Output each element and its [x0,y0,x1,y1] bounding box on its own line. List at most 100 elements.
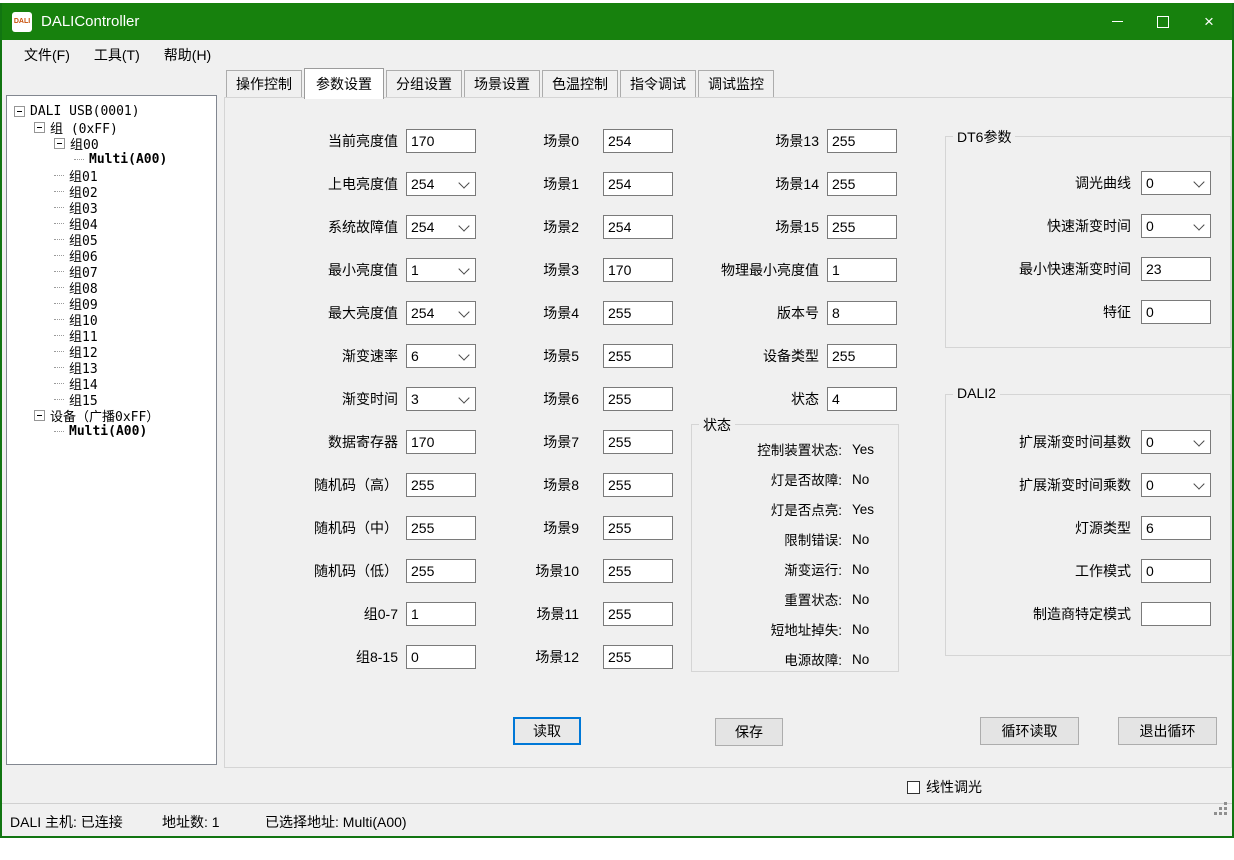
scene-10-input[interactable] [603,559,673,583]
system-failure-level-select[interactable]: 254 [406,215,476,239]
param-column-3: 场景13 场景14 场景15 物理最小亮度值 版本号 设备类型 状态 [693,128,897,429]
tree-item-group09[interactable]: 组09 [7,295,216,311]
minimize-button[interactable] [1094,3,1140,40]
close-button[interactable]: × [1186,3,1232,40]
scene-15-input[interactable] [827,215,897,239]
group-8-15-input[interactable] [406,645,476,669]
tree-item-group14[interactable]: 组14 [7,375,216,391]
exit-loop-button[interactable]: 退出循环 [1118,717,1217,745]
version-number-input[interactable] [827,301,897,325]
scene-9-input[interactable] [603,516,673,540]
group-0-7-input[interactable] [406,602,476,626]
select-value: 0 [1142,218,1195,234]
fade-time-select[interactable]: 3 [406,387,476,411]
scene-7-input[interactable] [603,430,673,454]
status-value-input[interactable] [827,387,897,411]
tab-grouping-settings[interactable]: 分组设置 [386,70,462,98]
tree-item-group08[interactable]: 组08 [7,279,216,295]
tree-item-group05[interactable]: 组05 [7,231,216,247]
scene-13-input[interactable] [827,129,897,153]
max-level-select[interactable]: 254 [406,301,476,325]
tab-scene-settings[interactable]: 场景设置 [464,70,540,98]
collapse-icon[interactable] [14,106,25,117]
fast-fade-time-select[interactable]: 0 [1141,214,1211,238]
menu-item-tools[interactable]: 工具(T) [82,41,152,69]
status-value: No [852,472,869,487]
scene-1-input[interactable] [603,172,673,196]
collapse-icon[interactable] [34,122,45,133]
tree-item-group11[interactable]: 组11 [7,327,216,343]
device-type-input[interactable] [827,344,897,368]
random-code-low-input[interactable] [406,559,476,583]
tab-debug-monitor[interactable]: 调试监控 [698,70,774,98]
collapse-icon[interactable] [54,138,65,149]
tree-item-group04[interactable]: 组04 [7,215,216,231]
scene-0-input[interactable] [603,129,673,153]
linear-dimming-checkbox[interactable] [907,781,920,794]
maximize-button[interactable] [1140,3,1186,40]
scene-3-input[interactable] [603,258,673,282]
chevron-down-icon [458,306,469,317]
tab-color-temp-control[interactable]: 色温控制 [542,70,618,98]
features-input[interactable] [1141,300,1211,324]
physical-min-level-input[interactable] [827,258,897,282]
tree-item-group-0xff[interactable]: 组 (0xFF) [7,119,216,135]
field-row: 场景1 [515,171,673,197]
tree-item-group10[interactable]: 组10 [7,311,216,327]
tree-item-multi-a00[interactable]: Multi(A00) [7,151,216,167]
light-source-type-input[interactable] [1141,516,1211,540]
tree-item-group02[interactable]: 组02 [7,183,216,199]
tree-item-group01[interactable]: 组01 [7,167,216,183]
scene-2-input[interactable] [603,215,673,239]
manufacturer-mode-input[interactable] [1141,602,1211,626]
random-code-mid-input[interactable] [406,516,476,540]
loop-read-button[interactable]: 循环读取 [980,717,1079,745]
select-value: 3 [407,391,460,407]
tab-parameter-settings[interactable]: 参数设置 [304,68,384,99]
tree-item-multi-a00-device[interactable]: Multi(A00) [7,423,216,439]
collapse-icon[interactable] [34,410,45,421]
main-area: DALI USB(0001) 组 (0xFF) 组00 Multi(A00) 组… [2,70,1232,803]
data-register-input[interactable] [406,430,476,454]
ext-fade-time-multiplier-select[interactable]: 0 [1141,473,1211,497]
chevron-down-icon [458,177,469,188]
scene-8-input[interactable] [603,473,673,497]
ext-fade-time-base-select[interactable]: 0 [1141,430,1211,454]
read-button[interactable]: 读取 [513,717,581,745]
titlebar[interactable]: DALI DALIController × [2,3,1232,40]
tree-item-group12[interactable]: 组12 [7,343,216,359]
tree-item-label: Multi(A00) [89,152,167,167]
current-level-input[interactable] [406,129,476,153]
operating-mode-input[interactable] [1141,559,1211,583]
tree-item-group06[interactable]: 组06 [7,247,216,263]
field-row: 场景6 [515,386,673,412]
fade-rate-select[interactable]: 6 [406,344,476,368]
tree-item-group00[interactable]: 组00 [7,135,216,151]
field-label: 数据寄存器 [245,432,406,452]
field-label: 组0-7 [245,604,406,624]
scene-11-input[interactable] [603,602,673,626]
tab-command-debug[interactable]: 指令调试 [620,70,696,98]
tree-item-group13[interactable]: 组13 [7,359,216,375]
menu-item-file[interactable]: 文件(F) [12,41,82,69]
tab-operation-control[interactable]: 操作控制 [226,70,302,98]
min-level-select[interactable]: 1 [406,258,476,282]
scene-12-input[interactable] [603,645,673,669]
scene-14-input[interactable] [827,172,897,196]
save-button[interactable]: 保存 [715,718,783,746]
tree-item-group07[interactable]: 组07 [7,263,216,279]
chevron-down-icon [1193,219,1204,230]
scene-5-input[interactable] [603,344,673,368]
status-label: 控制装置状态: [692,439,842,459]
menu-item-help[interactable]: 帮助(H) [152,41,223,69]
device-tree[interactable]: DALI USB(0001) 组 (0xFF) 组00 Multi(A00) 组… [6,95,217,765]
min-fast-fade-time-input[interactable] [1141,257,1211,281]
scene-4-input[interactable] [603,301,673,325]
scene-6-input[interactable] [603,387,673,411]
tree-item-device-broadcast[interactable]: 设备（广播0xFF） [7,407,216,423]
resize-grip-icon[interactable] [1224,812,1227,815]
dimming-curve-select[interactable]: 0 [1141,171,1211,195]
tree-item-group03[interactable]: 组03 [7,199,216,215]
random-code-high-input[interactable] [406,473,476,497]
power-on-level-select[interactable]: 254 [406,172,476,196]
